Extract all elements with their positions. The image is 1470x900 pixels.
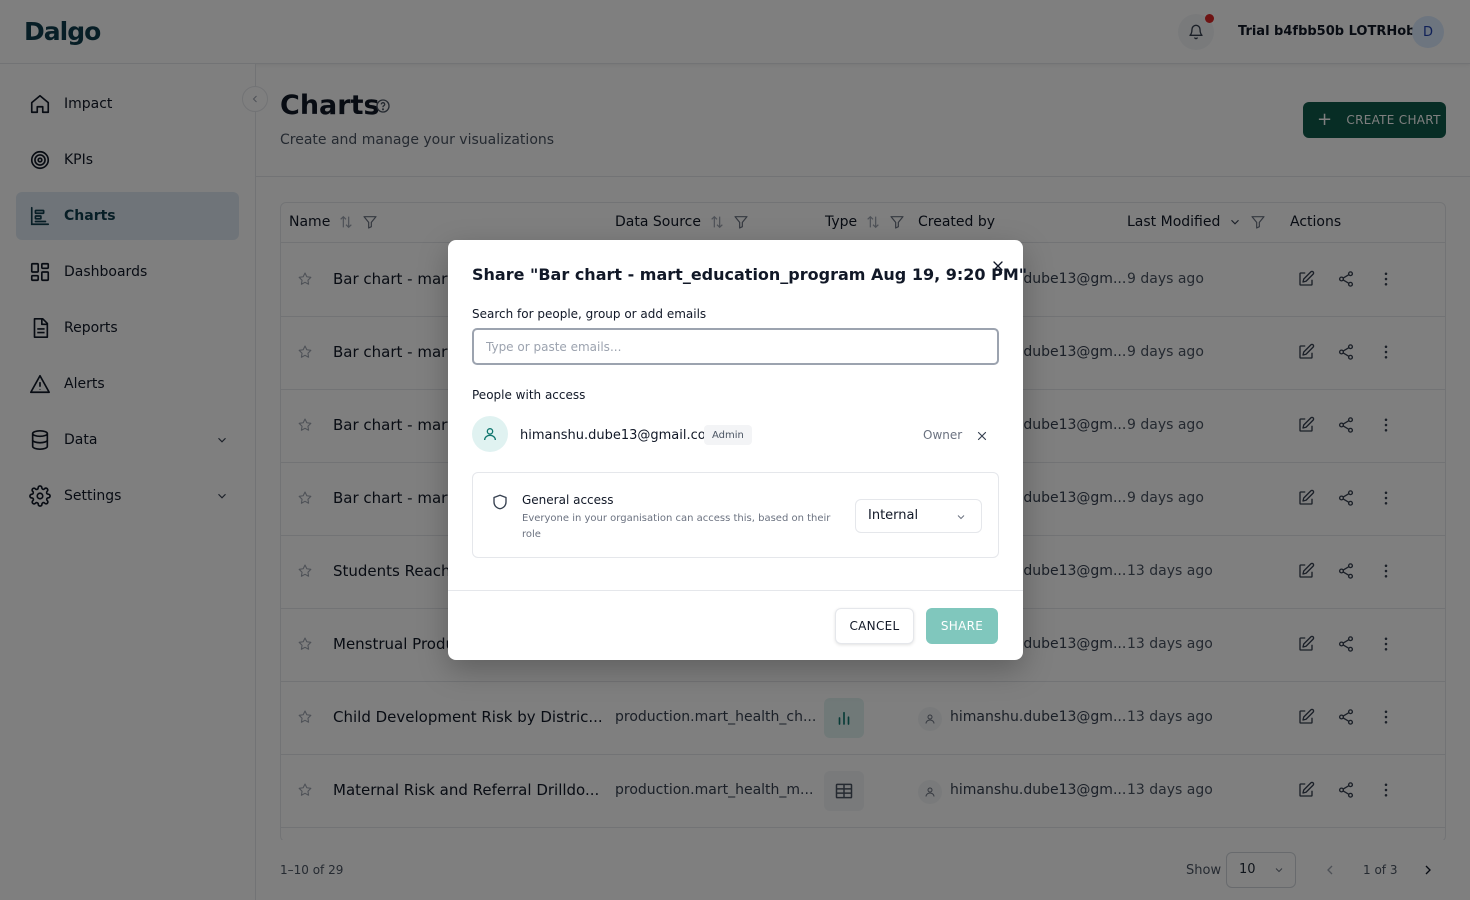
general-access-select[interactable]: Internal (855, 499, 982, 533)
close-button[interactable] (990, 258, 1006, 274)
shield-icon (491, 493, 509, 515)
person-role: Owner (923, 428, 963, 442)
close-icon (993, 261, 1003, 271)
share-button[interactable]: SHARE (926, 608, 998, 644)
chevron-down-icon (955, 511, 967, 527)
people-with-access-label: People with access (472, 388, 586, 402)
general-access-value: Internal (868, 508, 919, 523)
general-access-description: Everyone in your organisation can access… (522, 513, 831, 540)
remove-person-button[interactable] (975, 428, 989, 447)
admin-badge: Admin (704, 425, 752, 445)
share-dialog: Share "Bar chart - mart_education_progra… (448, 240, 1027, 660)
email-search-input[interactable] (472, 328, 999, 365)
general-access-card: General access Everyone in your organisa… (472, 472, 999, 558)
close-icon (977, 431, 987, 441)
person-email: himanshu.dube13@gmail.com (520, 428, 719, 443)
dialog-divider (448, 590, 1023, 591)
dialog-title: Share "Bar chart - mart_education_progra… (472, 265, 1028, 284)
general-access-title: General access (522, 493, 614, 507)
cancel-button[interactable]: CANCEL (835, 608, 914, 644)
user-icon (484, 428, 496, 441)
search-label: Search for people, group or add emails (472, 307, 707, 321)
person-avatar (472, 416, 508, 452)
